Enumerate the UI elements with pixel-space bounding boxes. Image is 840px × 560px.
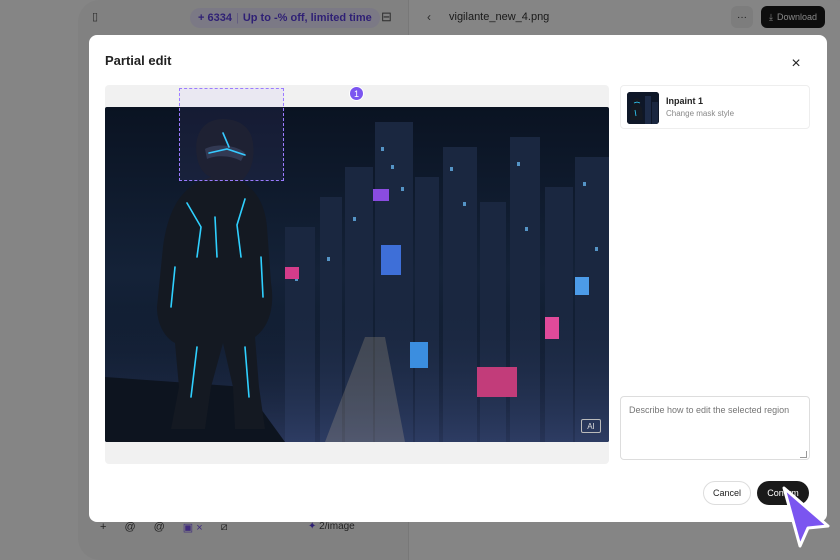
edit-prompt-input[interactable]	[620, 396, 810, 460]
close-icon[interactable]: ×	[787, 55, 805, 73]
mask-selection[interactable]: 1	[179, 86, 364, 181]
partial-edit-dialog: Partial edit × AI 1 Inpaint 1 Change mas…	[89, 35, 827, 522]
inpaint-thumbnail	[627, 92, 659, 124]
inpaint-layer-item[interactable]: Inpaint 1 Change mask style	[620, 85, 810, 129]
cursor-pointer-icon	[782, 486, 830, 548]
resize-handle-icon[interactable]	[800, 451, 807, 458]
edit-canvas[interactable]: AI 1	[105, 85, 609, 464]
dialog-title: Partial edit	[105, 53, 172, 68]
mask-number-badge[interactable]: 1	[349, 86, 364, 101]
cancel-button[interactable]: Cancel	[703, 481, 751, 505]
ai-badge: AI	[581, 419, 601, 433]
inpaint-subtitle[interactable]: Change mask style	[666, 109, 734, 118]
inpaint-title: Inpaint 1	[666, 96, 704, 106]
